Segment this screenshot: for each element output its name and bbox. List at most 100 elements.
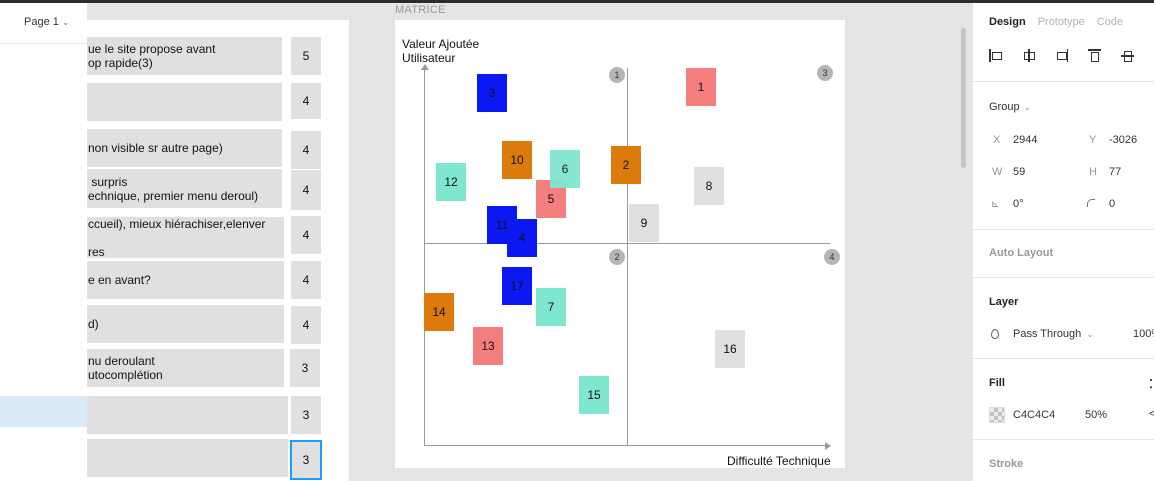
list-item-score[interactable]: 4: [291, 170, 321, 210]
h-label: H: [1089, 166, 1097, 178]
panel-tabs: Design Prototype Code: [989, 16, 1123, 28]
fill-hex-input[interactable]: C4C4C4: [1013, 409, 1055, 421]
list-item-score[interactable]: 3: [290, 440, 322, 480]
list-item-text[interactable]: non visible sr autre page): [87, 129, 282, 167]
list-item-score[interactable]: 4: [291, 83, 321, 119]
list-item-score[interactable]: 4: [291, 306, 321, 344]
y-axis-line: [424, 68, 425, 446]
divider: [973, 277, 1154, 278]
align-left-icon[interactable]: [989, 49, 1002, 62]
divider: [973, 229, 1154, 230]
list-item-text[interactable]: e en avant?: [87, 261, 284, 299]
list-item-text[interactable]: nu deroulant utocomplétion: [87, 349, 284, 387]
sticky-note[interactable]: 8: [694, 167, 724, 205]
properties-panel: Design Prototype Code Group ⌄ X 2944 Y -3…: [972, 3, 1154, 481]
list-item-text[interactable]: [87, 396, 288, 434]
blend-mode-icon: [991, 329, 999, 339]
sticky-note[interactable]: 16: [715, 330, 745, 368]
quadrant-number-badge: 3: [817, 65, 833, 81]
blend-mode-label: Pass Through: [1013, 328, 1082, 340]
align-vertical-center-icon[interactable]: [1121, 49, 1134, 62]
quadrant-number-badge: 2: [609, 249, 625, 265]
width-input[interactable]: 59: [1013, 166, 1025, 178]
fill-color-swatch[interactable]: [989, 407, 1005, 423]
visibility-eye-icon[interactable]: <: [1149, 408, 1154, 420]
sticky-note[interactable]: 10: [502, 141, 532, 179]
frame-label[interactable]: MATRICE: [395, 4, 446, 16]
align-top-icon[interactable]: [1088, 49, 1101, 62]
height-input[interactable]: 77: [1109, 166, 1121, 178]
quadrant-number-badge: 1: [609, 67, 625, 83]
corner-radius-icon: [1087, 199, 1095, 207]
layer-item-selected[interactable]: [0, 396, 87, 427]
blend-mode-select[interactable]: Pass Through ⌄: [1013, 328, 1094, 340]
rotation-input[interactable]: 0°: [1013, 198, 1024, 210]
sticky-note[interactable]: 7: [536, 288, 566, 326]
layer-opacity-input[interactable]: 100%: [1133, 328, 1154, 340]
align-horizontal-center-icon[interactable]: [1022, 49, 1035, 62]
list-item-score[interactable]: 3: [290, 349, 320, 387]
tab-design[interactable]: Design: [989, 16, 1026, 28]
x-axis-label: Difficulté Technique: [727, 454, 831, 468]
x-axis-line: [424, 445, 826, 446]
alignment-toolbar: [989, 49, 1154, 62]
horizontal-divider: [424, 243, 830, 244]
chevron-down-icon: ⌄: [1086, 329, 1094, 339]
y-label: Y: [1089, 134, 1097, 146]
align-right-icon[interactable]: [1055, 49, 1068, 62]
pages-panel: Page 1 ⌄: [0, 3, 87, 481]
group-type-label: Group: [989, 101, 1020, 113]
chevron-down-icon: ⌄: [61, 17, 70, 27]
tab-code[interactable]: Code: [1097, 16, 1123, 28]
list-item-text[interactable]: ue le site propose avant op rapide(3): [87, 37, 282, 75]
fill-opacity-input[interactable]: 50%: [1085, 409, 1107, 421]
group-type-select[interactable]: Group ⌄: [989, 101, 1031, 113]
sticky-note[interactable]: 3: [477, 74, 507, 112]
tab-prototype[interactable]: Prototype: [1038, 16, 1085, 28]
y-axis-arrow-icon: [421, 64, 429, 70]
auto-layout-section[interactable]: Auto Layout: [989, 247, 1053, 259]
list-item-text[interactable]: surpris echnique, premier menu deroul): [87, 169, 282, 208]
vertical-divider: [627, 68, 628, 446]
page-selector[interactable]: Page 1 ⌄: [24, 16, 69, 28]
sticky-note[interactable]: 12: [436, 163, 466, 201]
pages-divider: [0, 43, 87, 44]
divider: [973, 358, 1154, 359]
list-item-text[interactable]: [87, 83, 282, 121]
stroke-section-title[interactable]: Stroke: [989, 458, 1023, 470]
sticky-note[interactable]: 14: [424, 293, 454, 331]
sticky-note[interactable]: 11: [487, 206, 517, 244]
list-item-score[interactable]: 4: [291, 131, 321, 169]
fill-styles-icon[interactable]: ⁚: [1149, 377, 1153, 391]
list-item-text[interactable]: d): [87, 305, 284, 343]
fill-section-title: Fill: [989, 377, 1005, 389]
sticky-note[interactable]: 2: [611, 146, 641, 184]
page-selector-label: Page 1: [24, 16, 59, 28]
matrice-frame: Valeur Ajoutée Utilisateur Difficulté Te…: [395, 20, 845, 468]
x-label: X: [993, 134, 1001, 146]
sticky-note[interactable]: 6: [550, 150, 580, 188]
chevron-down-icon: ⌄: [1023, 102, 1032, 112]
x-input[interactable]: 2944: [1013, 134, 1037, 146]
divider: [973, 81, 1154, 82]
quadrant-number-badge: 4: [824, 249, 840, 265]
y-input[interactable]: -3026: [1109, 134, 1137, 146]
list-item-score[interactable]: 3: [291, 396, 321, 434]
list-item-score[interactable]: 4: [291, 261, 321, 299]
layer-section-title: Layer: [989, 296, 1019, 308]
y-axis-label: Valeur Ajoutée Utilisateur: [402, 37, 480, 65]
list-item-text[interactable]: [87, 439, 288, 477]
sticky-note[interactable]: 13: [473, 327, 503, 365]
w-label: W: [992, 166, 1003, 178]
list-item-score[interactable]: 5: [291, 37, 321, 75]
list-item-score[interactable]: 4: [291, 216, 321, 254]
sticky-note[interactable]: 1: [686, 68, 716, 106]
divider: [973, 439, 1154, 440]
sticky-note[interactable]: 17: [502, 267, 532, 305]
corner-radius-input[interactable]: 0: [1109, 198, 1115, 210]
x-axis-arrow-icon: [825, 442, 831, 450]
sticky-note[interactable]: 15: [579, 376, 609, 414]
sticky-note[interactable]: 9: [629, 204, 659, 242]
canvas-scrollbar[interactable]: [961, 28, 966, 168]
list-item-text[interactable]: ccueil), mieux hiérachiser,elenver res: [87, 217, 284, 258]
